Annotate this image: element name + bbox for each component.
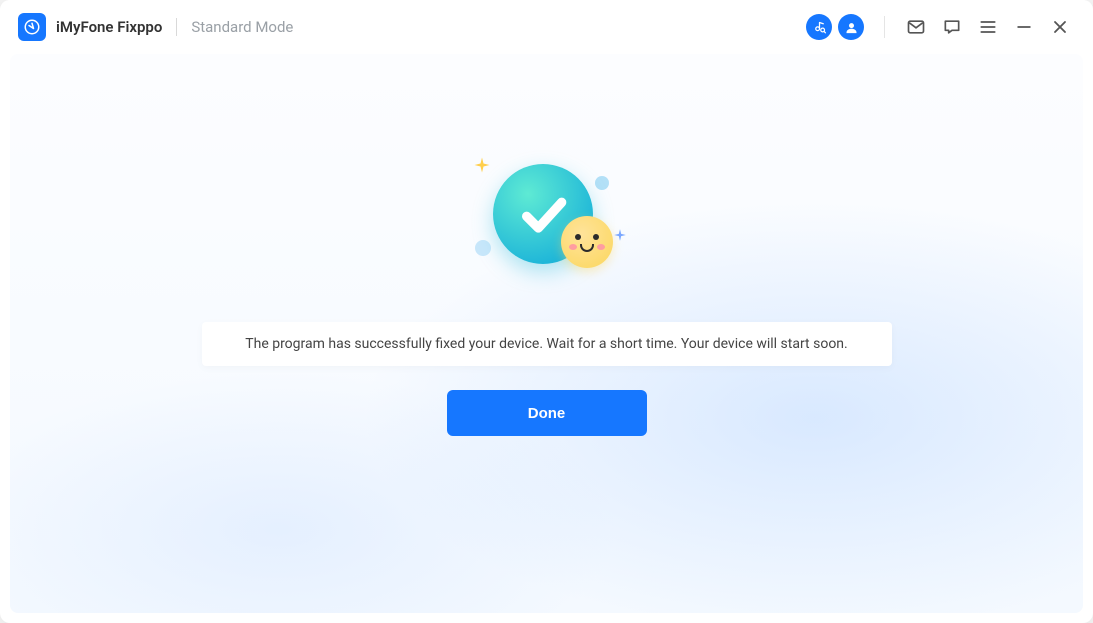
done-button[interactable]: Done — [447, 390, 647, 436]
app-window: iMyFone Fixppo Standard Mode — [0, 0, 1093, 623]
success-illustration — [457, 154, 637, 294]
app-logo-icon — [18, 13, 46, 41]
decor-bubble — [475, 240, 491, 256]
decor-bubble — [595, 176, 609, 190]
music-search-button[interactable] — [806, 14, 832, 40]
app-title: iMyFone Fixppo — [56, 18, 162, 36]
mail-button[interactable] — [901, 12, 931, 42]
menu-button[interactable] — [973, 12, 1003, 42]
controls-divider — [884, 16, 885, 38]
main-content: The program has successfully fixed your … — [10, 54, 1083, 613]
smiley-face-icon — [561, 216, 613, 268]
status-message-text: The program has successfully fixed your … — [245, 336, 847, 352]
sparkle-icon — [613, 228, 627, 242]
title-divider — [176, 18, 177, 36]
account-button[interactable] — [838, 14, 864, 40]
minimize-button[interactable] — [1009, 12, 1039, 42]
status-message: The program has successfully fixed your … — [202, 322, 892, 366]
titlebar: iMyFone Fixppo Standard Mode — [0, 0, 1093, 54]
close-button[interactable] — [1045, 12, 1075, 42]
feedback-button[interactable] — [937, 12, 967, 42]
titlebar-controls — [806, 12, 1075, 42]
sparkle-icon — [473, 156, 491, 174]
mode-label: Standard Mode — [191, 18, 293, 36]
